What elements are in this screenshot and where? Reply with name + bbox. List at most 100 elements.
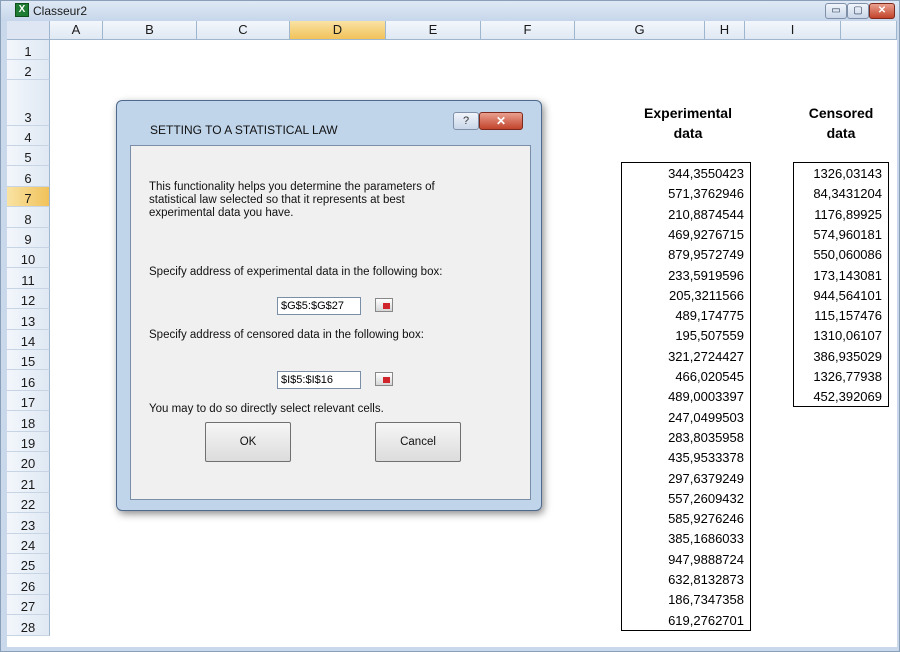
column-header-filler — [841, 21, 897, 40]
column-header-h[interactable]: H — [705, 21, 745, 40]
row-header-3[interactable]: 3 — [7, 80, 50, 126]
experimental-header-line2: data — [673, 125, 703, 141]
column-header-d[interactable]: D — [290, 21, 386, 40]
experimental-value[interactable]: 247,0499503 — [668, 409, 750, 426]
row-header-17[interactable]: 17 — [7, 390, 50, 412]
censored-data-range[interactable]: 1326,03143 84,3431204 1176,89925 574,960181… — [793, 162, 889, 407]
row-header-18[interactable]: 18 — [7, 411, 50, 432]
censored-header: Censored data — [795, 103, 887, 143]
experimental-value[interactable]: 571,3762946 — [668, 185, 750, 202]
experimental-value[interactable]: 186,7347358 — [668, 591, 750, 608]
ok-button[interactable]: OK — [205, 422, 291, 462]
censored-value[interactable]: 386,935029 — [813, 348, 888, 365]
row-header-2[interactable]: 2 — [7, 60, 50, 80]
censored-header-line1: Censored — [808, 105, 874, 121]
experimental-value[interactable]: 469,9276715 — [668, 226, 750, 243]
censored-value[interactable]: 1176,89925 — [814, 206, 888, 223]
statistical-law-dialog: SETTING TO A STATISTICAL LAW ? ✕ This fu… — [116, 100, 542, 511]
row-header-5[interactable]: 5 — [7, 146, 50, 167]
excel-window: X Classeur2 ▭ ▢ ✕ Experimental data Cens… — [0, 0, 900, 652]
row-header-4[interactable]: 4 — [7, 126, 50, 146]
censored-value[interactable]: 944,564101 — [813, 287, 888, 304]
experimental-value[interactable]: 489,0003397 — [668, 388, 750, 405]
experimental-value[interactable]: 632,8132873 — [668, 571, 750, 588]
experimental-value[interactable]: 489,174775 — [675, 307, 750, 324]
row-header-24[interactable]: 24 — [7, 533, 50, 554]
help-button[interactable]: ? — [453, 112, 479, 130]
row-header-20[interactable]: 20 — [7, 452, 50, 473]
censored-address-label: Specify address of censored data in the … — [149, 329, 424, 341]
row-header-15[interactable]: 15 — [7, 350, 50, 371]
column-header-e[interactable]: E — [386, 21, 481, 40]
experimental-value[interactable]: 283,8035958 — [668, 429, 750, 446]
censored-value[interactable]: 452,392069 — [813, 388, 888, 405]
dialog-close-button[interactable]: ✕ — [479, 112, 523, 130]
row-header-21[interactable]: 21 — [7, 472, 50, 493]
row-header-1[interactable]: 1 — [7, 40, 50, 60]
select-all-corner[interactable] — [7, 21, 50, 40]
row-header-9[interactable]: 9 — [7, 227, 50, 248]
censored-address-input[interactable]: $I$5:$I$16 — [277, 371, 361, 389]
censored-value[interactable]: 84,3431204 — [813, 185, 888, 202]
experimental-value[interactable]: 466,020545 — [675, 368, 750, 385]
column-header-c[interactable]: C — [197, 21, 290, 40]
row-header-16[interactable]: 16 — [7, 370, 50, 391]
column-header-i[interactable]: I — [745, 21, 841, 40]
column-header-g[interactable]: G — [575, 21, 705, 40]
experimental-value[interactable]: 879,9572749 — [668, 246, 750, 263]
row-header-8[interactable]: 8 — [7, 207, 50, 228]
censored-header-line2: data — [826, 125, 856, 141]
row-header-14[interactable]: 14 — [7, 329, 50, 350]
experimental-value[interactable]: 585,9276246 — [668, 510, 750, 527]
column-header-f[interactable]: F — [481, 21, 575, 40]
row-header-26[interactable]: 26 — [7, 574, 50, 595]
censored-value[interactable]: 173,143081 — [813, 267, 888, 284]
experimental-value[interactable]: 205,3211566 — [669, 287, 750, 304]
row-header-19[interactable]: 19 — [7, 431, 50, 452]
cancel-button[interactable]: Cancel — [375, 422, 461, 462]
row-header-13[interactable]: 13 — [7, 309, 50, 330]
hint-text: You may to do so directly select relevan… — [149, 403, 384, 415]
column-header-b[interactable]: B — [103, 21, 197, 40]
range-select-icon[interactable] — [375, 298, 393, 312]
experimental-value[interactable]: 195,507559 — [675, 327, 750, 344]
censored-value[interactable]: 550,060086 — [813, 246, 888, 263]
row-header-23[interactable]: 23 — [7, 513, 50, 534]
row-header-27[interactable]: 27 — [7, 594, 50, 616]
row-header-22[interactable]: 22 — [7, 492, 50, 514]
column-header-a[interactable]: A — [50, 21, 103, 40]
experimental-value[interactable]: 210,8874544 — [668, 206, 750, 223]
experimental-value[interactable]: 385,1686033 — [668, 530, 750, 547]
maximize-button[interactable]: ▢ — [847, 3, 869, 19]
dialog-title: SETTING TO A STATISTICAL LAW — [150, 123, 338, 137]
experimental-value[interactable]: 344,3550423 — [668, 165, 750, 182]
title-bar[interactable]: X Classeur2 ▭ ▢ ✕ — [1, 1, 899, 21]
close-button[interactable]: ✕ — [869, 3, 895, 19]
row-header-12[interactable]: 12 — [7, 288, 50, 310]
experimental-address-label: Specify address of experimental data in … — [149, 266, 443, 278]
experimental-value[interactable]: 557,2609432 — [668, 490, 750, 507]
range-select-icon[interactable] — [375, 372, 393, 386]
minimize-button[interactable]: ▭ — [825, 3, 847, 19]
row-header-6[interactable]: 6 — [7, 166, 50, 187]
row-header-10[interactable]: 10 — [7, 248, 50, 269]
experimental-value[interactable]: 947,9888724 — [668, 551, 750, 568]
intro-line1: This functionality helps you determine t… — [149, 181, 435, 193]
censored-value[interactable]: 1326,77938 — [813, 368, 888, 385]
experimental-address-input[interactable]: $G$5:$G$27 — [277, 297, 361, 315]
row-header-28[interactable]: 28 — [7, 615, 50, 636]
censored-value[interactable]: 574,960181 — [813, 226, 888, 243]
row-header-11[interactable]: 11 — [7, 268, 50, 289]
window-title: Classeur2 — [33, 4, 88, 18]
censored-value[interactable]: 115,157476 — [814, 307, 888, 324]
censored-value[interactable]: 1326,03143 — [813, 165, 888, 182]
experimental-value[interactable]: 233,5919596 — [668, 267, 750, 284]
experimental-value[interactable]: 321,2724427 — [668, 348, 750, 365]
experimental-value[interactable]: 619,2762701 — [668, 612, 750, 629]
row-header-25[interactable]: 25 — [7, 554, 50, 575]
experimental-value[interactable]: 435,9533378 — [668, 449, 750, 466]
censored-value[interactable]: 1310,06107 — [813, 327, 888, 344]
experimental-value[interactable]: 297,6379249 — [668, 470, 750, 487]
experimental-data-range[interactable]: 344,3550423 571,3762946 210,8874544 469,927… — [621, 162, 751, 631]
row-header-7[interactable]: 7 — [7, 186, 50, 208]
